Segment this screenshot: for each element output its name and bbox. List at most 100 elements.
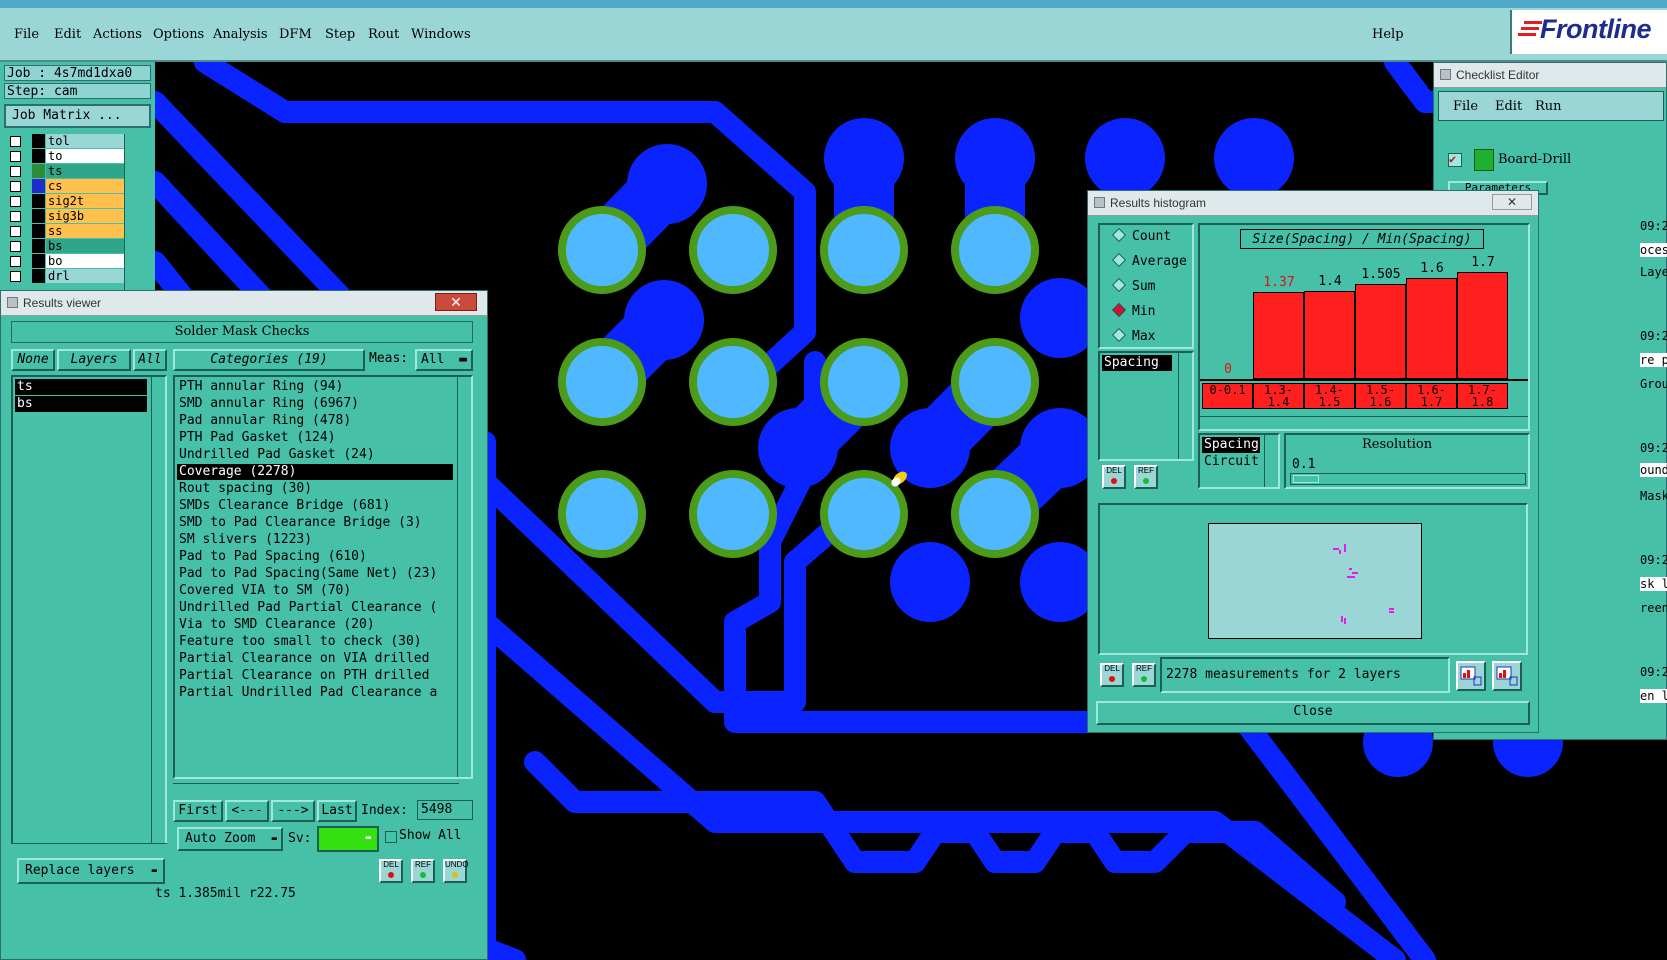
show-all-checkbox[interactable] [385, 831, 397, 843]
mode-radio[interactable]: Max [1111, 327, 1155, 344]
mode-radio[interactable]: Average [1111, 252, 1187, 269]
layer-color-swatch[interactable] [32, 164, 45, 178]
zoom-in-graph-button[interactable] [1456, 661, 1486, 691]
layer-row[interactable]: bs [8, 239, 130, 253]
spacing-list-scrollbar[interactable] [1264, 435, 1278, 487]
layer-color-swatch[interactable] [32, 209, 45, 223]
category-item[interactable]: SMD to Pad Clearance Bridge (3) [177, 515, 453, 531]
layer-row[interactable]: to [8, 149, 130, 163]
field-list-scrollbar[interactable] [1178, 353, 1192, 459]
category-item[interactable]: Via to SMD Clearance (20) [177, 617, 453, 633]
layer-color-swatch[interactable] [32, 194, 45, 208]
layer-results-scrollbar[interactable] [151, 377, 165, 843]
sv-color-select[interactable]: ▬ [317, 826, 379, 852]
layer-name[interactable]: tol [46, 134, 130, 148]
menu-analysis[interactable]: Analysis [213, 27, 268, 42]
category-item[interactable]: Undrilled Pad Partial Clearance ( [177, 600, 453, 616]
category-item[interactable]: PTH annular Ring (94) [177, 379, 453, 395]
menu-dfm[interactable]: DFM [279, 27, 312, 42]
histogram-close-button[interactable]: Close [1096, 701, 1530, 725]
layer-color-swatch[interactable] [32, 134, 45, 148]
first-button[interactable]: First [173, 800, 223, 822]
category-item[interactable]: SMD annular Ring (6967) [177, 396, 453, 412]
ce-menu-run[interactable]: Run [1535, 99, 1562, 114]
layer-name[interactable]: sig2t [46, 194, 130, 208]
category-item[interactable]: Pad to Pad Spacing (610) [177, 549, 453, 565]
layer-row[interactable]: sig3b [8, 209, 130, 223]
histogram-hscrollbar[interactable] [1200, 416, 1528, 428]
auto-zoom-select[interactable]: Auto Zoom ▬ [177, 827, 283, 851]
next-button[interactable]: ---> [271, 800, 315, 822]
menu-help[interactable]: Help [1372, 27, 1404, 42]
zoom-out-graph-button[interactable] [1492, 661, 1522, 691]
category-item[interactable]: Partial Clearance on PTH drilled [177, 668, 453, 684]
category-item[interactable]: Partial Undrilled Pad Clearance a [177, 685, 453, 701]
layer-color-swatch[interactable] [32, 224, 45, 238]
layer-checkbox[interactable] [10, 226, 21, 237]
check-item-checkbox[interactable]: ✔ [1448, 153, 1462, 167]
menu-edit[interactable]: Edit [54, 27, 81, 42]
layer-row[interactable]: cs [8, 179, 130, 193]
layer-row[interactable]: ts [8, 164, 130, 178]
hist-del-button[interactable]: DEL [1102, 465, 1126, 489]
spacing-item[interactable]: Spacing [1202, 437, 1260, 453]
categories-hscrollbar[interactable] [173, 783, 459, 795]
layer-results-hscrollbar[interactable] [11, 843, 167, 855]
last-button[interactable]: Last [317, 800, 357, 822]
layer-color-swatch[interactable] [32, 239, 45, 253]
category-item[interactable]: Pad annular Ring (478) [177, 413, 453, 429]
ce-menu-edit[interactable]: Edit [1495, 99, 1522, 114]
resolution-slider-thumb[interactable] [1293, 475, 1319, 483]
replace-layers-select[interactable]: Replace layers ▬ [17, 858, 165, 884]
hist-ref-button[interactable]: REF [1134, 465, 1158, 489]
layer-checkbox[interactable] [10, 241, 21, 252]
layer-checkbox[interactable] [10, 136, 21, 147]
layer-item-bs[interactable]: bs [15, 396, 147, 412]
results-viewer-close-button[interactable]: ✕ [435, 293, 477, 311]
categories-list[interactable]: PTH annular Ring (94) SMD annular Ring (6… [173, 375, 473, 779]
layer-checkbox[interactable] [10, 166, 21, 177]
menu-windows[interactable]: Windows [411, 27, 471, 42]
layer-checkbox[interactable] [10, 256, 21, 267]
layer-name[interactable]: bs [46, 239, 130, 253]
layer-row[interactable]: tol [8, 134, 130, 148]
check-item-name[interactable]: Board-Drill [1498, 152, 1571, 167]
layer-row[interactable]: ss [8, 224, 130, 238]
menu-rout[interactable]: Rout [368, 27, 399, 42]
layer-row[interactable]: bo [8, 254, 130, 268]
mode-radio[interactable]: Min [1111, 302, 1155, 319]
layer-results-list[interactable]: ts bs [11, 375, 167, 845]
layer-color-swatch[interactable] [32, 179, 45, 193]
mode-radio[interactable]: Count [1111, 227, 1171, 244]
layer-checkbox[interactable] [10, 271, 21, 282]
layer-checkbox[interactable] [10, 151, 21, 162]
category-item[interactable]: PTH Pad Gasket (124) [177, 430, 453, 446]
layer-name[interactable]: to [46, 149, 130, 163]
layer-name[interactable]: cs [46, 179, 130, 193]
layer-list-scrollbar[interactable] [124, 134, 145, 310]
hist-del-button-2[interactable]: DEL [1100, 663, 1124, 687]
job-matrix-button[interactable]: Job Matrix ... [4, 104, 151, 128]
category-item[interactable]: Feature too small to check (30) [177, 634, 453, 650]
menu-step[interactable]: Step [325, 27, 355, 42]
layer-name[interactable]: bo [46, 254, 130, 268]
category-item[interactable]: Rout spacing (30) [177, 481, 453, 497]
layer-color-swatch[interactable] [32, 269, 45, 283]
field-item-spacing[interactable]: Spacing [1102, 355, 1172, 371]
index-input[interactable]: 5498 [417, 800, 473, 820]
undo-button[interactable]: UNDO [443, 859, 469, 883]
layer-color-swatch[interactable] [32, 254, 45, 268]
histogram-bar[interactable] [1406, 278, 1457, 379]
meas-select[interactable]: All ▬ [415, 349, 473, 371]
layer-row[interactable]: drl [8, 269, 130, 283]
prev-button[interactable]: <--- [225, 800, 269, 822]
layer-checkbox[interactable] [10, 211, 21, 222]
histogram-bar[interactable] [1355, 284, 1406, 379]
category-item[interactable]: SM slivers (1223) [177, 532, 453, 548]
category-item[interactable]: SMDs Clearance Bridge (681) [177, 498, 453, 514]
none-button[interactable]: None [11, 349, 55, 371]
preview-board[interactable] [1208, 523, 1422, 639]
menu-options[interactable]: Options [153, 27, 204, 42]
layer-item-ts[interactable]: ts [15, 379, 147, 395]
hist-ref-button-2[interactable]: REF [1132, 663, 1156, 687]
